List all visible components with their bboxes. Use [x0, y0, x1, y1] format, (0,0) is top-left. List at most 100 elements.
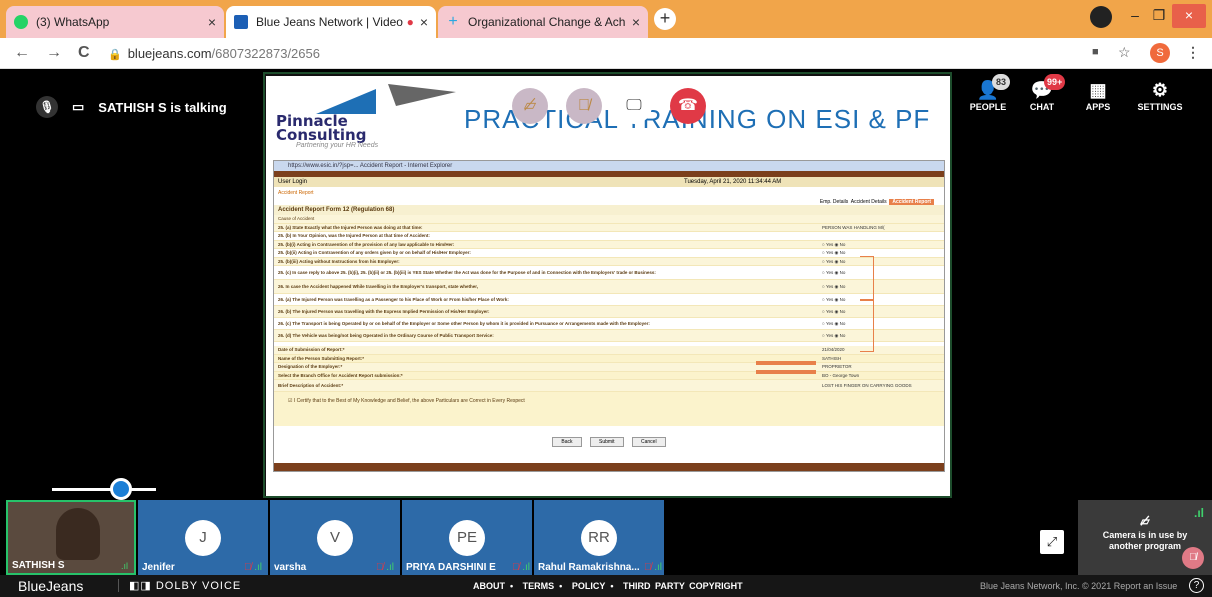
talking-text: SATHISH S is talking: [98, 99, 227, 115]
participant-avatar: V: [317, 520, 353, 556]
address-bar: ← → C 🔒 bluejeans.com/6807322873/2656 ■ ☆…: [0, 38, 1212, 69]
settings-label: SETTINGS: [1137, 102, 1183, 112]
maximize-button[interactable]: ❐: [1148, 4, 1170, 28]
link-third-party[interactable]: THIRD PARTY COPYRIGHT: [623, 581, 743, 591]
breadcrumb: Accident Report: [278, 190, 314, 196]
chat-button[interactable]: 💬 99+ CHAT: [1012, 74, 1072, 112]
help-icon[interactable]: ?: [1189, 578, 1204, 593]
camera-off-icon: ▱̸: [1140, 514, 1150, 528]
close-icon[interactable]: ×: [420, 14, 428, 30]
video-off-button[interactable]: ▱̸: [512, 88, 548, 124]
question-row: 26. In case the Accident happened While …: [274, 280, 944, 294]
minimize-button[interactable]: –: [1124, 4, 1146, 28]
bluejeans-logo: BlueJeans: [18, 578, 84, 594]
browser-screenshot: https://www.esic.in/?jsp=... Accident Re…: [273, 160, 945, 472]
question-row: 26. (b) The Injured Person was travellin…: [274, 306, 944, 318]
hang-up-button[interactable]: ☎: [670, 88, 706, 124]
muted-mic-icon: 🎙̸ .ıl: [643, 562, 662, 573]
tab-accident-report: Accident Report: [889, 199, 934, 205]
dolby-voice-logo: ◧◨ DOLBY VOICE: [118, 579, 241, 592]
extension-icon[interactable]: [1090, 6, 1112, 28]
question-row: 25. (c) In case reply to above 25. (b)(i…: [274, 266, 944, 280]
muted-mic-icon[interactable]: 🎙̸: [1182, 547, 1204, 569]
menu-icon[interactable]: ⋮: [1186, 44, 1200, 61]
submission-row: Date of Submission of Report:* 21/04/2020: [274, 346, 944, 355]
cancel-button: Cancel: [632, 437, 666, 447]
participant-video: [56, 508, 100, 560]
forward-icon[interactable]: →: [46, 44, 62, 62]
signal-icon: .ıl: [120, 561, 128, 571]
url-field[interactable]: 🔒 bluejeans.com/6807322873/2656: [108, 44, 1008, 64]
participant-tile[interactable]: V varsha 🎙̸ .ıl: [270, 500, 400, 575]
participant-avatar: PE: [449, 520, 485, 556]
microphone-icon: 🎙: [36, 96, 58, 118]
submission-row: Select the Branch Office for Accident Re…: [274, 372, 944, 380]
question-row: 26. (c) The Transport is being Operated …: [274, 318, 944, 330]
annotation-bracket: [860, 300, 874, 352]
annotation-arrow: [756, 370, 816, 374]
question-row: 25. (b)(iii) Acting without Instructions…: [274, 257, 944, 266]
submission-section: Date of Submission of Report:* 21/04/2020…: [274, 346, 944, 392]
link-terms[interactable]: TERMS: [523, 581, 555, 591]
date-time: Tuesday, April 21, 2020 11:34:44 AM: [684, 179, 782, 185]
participant-name: SATHISH S: [12, 560, 65, 571]
muted-mic-icon: 🎙̸ .ıl: [243, 562, 262, 573]
submission-row: Designation of the Employer:* PROPRIETOR: [274, 363, 944, 372]
back-icon[interactable]: ←: [14, 44, 30, 62]
reload-icon[interactable]: C: [78, 44, 90, 62]
participant-name: Rahul Ramakrishna...: [538, 562, 640, 573]
participant-tile[interactable]: RR Rahul Ramakrishna... 🎙̸ .ıl: [534, 500, 664, 575]
participant-tile[interactable]: SATHISH S .ıl: [6, 500, 136, 575]
link-about[interactable]: ABOUT: [473, 581, 505, 591]
tab-bluejeans[interactable]: Blue Jeans Network | Video C ● ×: [226, 6, 436, 38]
recording-icon: ●: [406, 15, 414, 29]
people-button[interactable]: 👤 83 PEOPLE: [958, 74, 1018, 112]
star-icon[interactable]: ☆: [1118, 44, 1131, 61]
muted-mic-icon: 🎙̸ .ıl: [375, 562, 394, 573]
talking-indicator: 🎙 ▭ SATHISH S is talking: [36, 96, 227, 118]
annotation-arrow: [756, 361, 816, 365]
apps-label: APPS: [1085, 102, 1111, 112]
profile-avatar[interactable]: S: [1150, 43, 1170, 63]
submit-button: Submit: [589, 437, 624, 447]
participant-name: Jenifer: [142, 562, 175, 573]
mute-button[interactable]: 🎙̸: [566, 88, 602, 124]
question-row: 26. (d) The Vehicle was being/not being …: [274, 330, 944, 342]
annotation-bracket: [860, 256, 874, 300]
tab-organizational-change[interactable]: + Organizational Change & Achiev ×: [438, 6, 648, 38]
footer-links: ABOUT • TERMS • POLICY • THIRD PARTY COPYRI…: [473, 581, 743, 591]
camera-blocked-icon[interactable]: ■: [1092, 46, 1099, 58]
form-buttons: Back Submit Cancel: [274, 426, 944, 448]
volume-slider-knob[interactable]: [110, 478, 132, 500]
question-row: 25. (b)(ii) Acting in Contravention of a…: [274, 249, 944, 258]
apps-button[interactable]: ▦ APPS: [1068, 78, 1128, 112]
participant-tile[interactable]: J Jenifer 🎙̸ .ıl: [138, 500, 268, 575]
tab-emp-details: Emp. Details: [819, 199, 849, 205]
ie-title-bar: https://www.esic.in/?jsp=... Accident Re…: [274, 161, 944, 171]
user-login: User Login: [278, 179, 308, 185]
share-screen-button[interactable]: 🖵: [616, 88, 652, 124]
new-tab-button[interactable]: +: [654, 8, 676, 30]
settings-button[interactable]: ⚙ SETTINGS: [1130, 78, 1190, 112]
participant-avatar: RR: [581, 520, 617, 556]
pinnacle-logo: Pinnacle Consulting Partnering your HR N…: [276, 84, 456, 149]
participant-name: PRIYA DARSHINI E: [406, 562, 496, 573]
tab-whatsapp[interactable]: (3) WhatsApp ×: [6, 6, 224, 38]
people-label: PEOPLE: [969, 102, 1007, 112]
volume-slider-track[interactable]: [52, 488, 156, 491]
browser-tab-strip: (3) WhatsApp × Blue Jeans Network | Vide…: [0, 0, 1212, 38]
section-label: Cause of Accident: [274, 215, 944, 224]
close-icon[interactable]: ×: [632, 14, 640, 30]
link-policy[interactable]: POLICY: [572, 581, 606, 591]
close-window-button[interactable]: ×: [1172, 4, 1206, 28]
people-count-badge: 83: [992, 74, 1010, 90]
tab-accident-details: Accident Details: [850, 199, 887, 205]
copyright-text[interactable]: Blue Jeans Network, Inc. © 2021 Report a…: [980, 581, 1177, 591]
camera-icon: ▭: [72, 99, 85, 114]
participant-avatar: J: [185, 520, 221, 556]
submission-row: Brief Description of Accident:* LOST HIS …: [274, 380, 944, 392]
tab-title: Organizational Change & Achiev: [468, 15, 626, 29]
close-icon[interactable]: ×: [208, 14, 216, 30]
participant-tile[interactable]: PE PRIYA DARSHINI E 🎙̸ .ıl: [402, 500, 532, 575]
expand-icon[interactable]: ⤢: [1040, 530, 1064, 554]
